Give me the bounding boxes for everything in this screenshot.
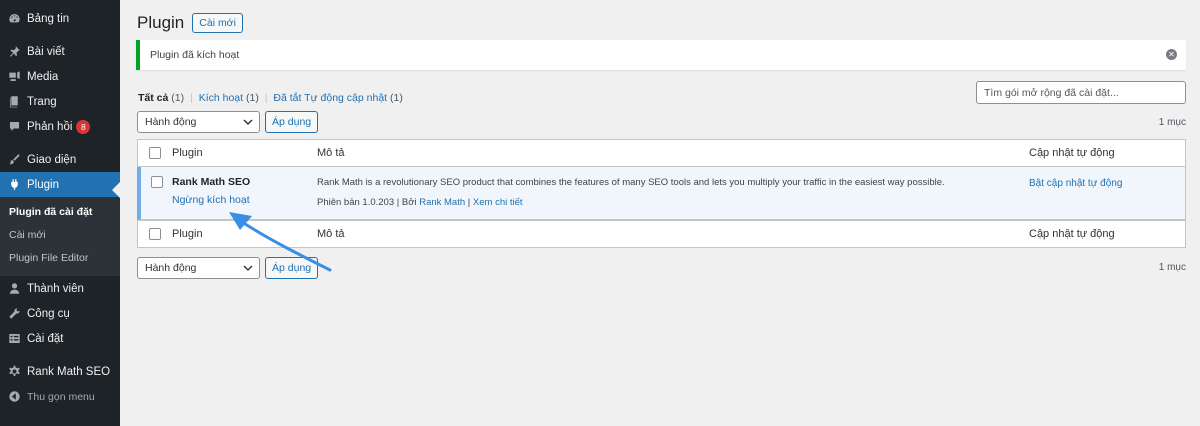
bulk-actions-bottom: Hành động Áp dụng: [137, 257, 319, 279]
items-count: 1 mục: [1158, 117, 1186, 128]
column-footer-plugin: Plugin: [172, 228, 203, 240]
table-header: Plugin Mô tả Cập nhật tự động: [138, 140, 1185, 167]
column-footer-auto-update: Cập nhật tự động: [1029, 228, 1115, 240]
column-header-auto-update: Cập nhật tự động: [1029, 147, 1115, 159]
sidebar-item-label: Thu gọn menu: [27, 390, 95, 403]
dismiss-notice-icon[interactable]: ✕: [1166, 49, 1177, 60]
column-header-description: Mô tả: [317, 147, 345, 159]
sidebar-item-label: Rank Math SEO: [27, 365, 111, 378]
sidebar-item-rank-math-seo[interactable]: Rank Math SEO: [0, 359, 120, 384]
bulk-action-select-bottom[interactable]: Hành động: [137, 257, 260, 279]
column-footer-description: Mô tả: [317, 228, 345, 240]
success-notice: Plugin đã kích hoạt ✕: [136, 40, 1186, 70]
plugin-name: Rank Math SEO: [172, 176, 251, 188]
table-row: Rank Math SEO Ngừng kích hoạt Rank Math …: [137, 167, 1185, 220]
enable-auto-update-link[interactable]: Bật cập nhật tự động: [1029, 178, 1122, 189]
filter-separator: |: [190, 92, 193, 104]
sidebar-item-comments[interactable]: Phản hồi 8: [0, 114, 120, 139]
filter-all[interactable]: Tất cả: [138, 92, 168, 104]
filter-separator: |: [264, 92, 268, 104]
column-header-plugin: Plugin: [172, 147, 203, 159]
sidebar-item-plugins[interactable]: Plugin: [0, 172, 120, 197]
apply-button[interactable]: Áp dụng: [265, 111, 319, 133]
sidebar-item-label: Phản hồi: [27, 120, 73, 133]
sidebar-collapse-menu[interactable]: Thu gọn menu: [0, 384, 120, 409]
filter-active-count: (1): [246, 92, 259, 104]
notice-text: Plugin đã kích hoạt: [150, 49, 240, 61]
sidebar-item-media[interactable]: Media: [0, 64, 120, 89]
sidebar-item-dashboard[interactable]: Bảng tin: [0, 6, 120, 31]
sidebar-item-users[interactable]: Thành viên: [0, 276, 120, 301]
sidebar-item-settings[interactable]: Cài đặt: [0, 326, 120, 351]
sidebar-item-label: Giao diện: [27, 153, 77, 166]
table-footer: Plugin Mô tả Cập nhật tự động: [138, 220, 1185, 247]
sidebar-item-label: Bảng tin: [27, 12, 70, 25]
plugin-checkbox[interactable]: [150, 176, 163, 188]
plugins-table: Plugin Mô tả Cập nhật tự động Rank Math …: [137, 139, 1186, 248]
collapse-icon: [7, 390, 21, 404]
sidebar-item-label: Media: [27, 70, 59, 83]
main-content: Plugin Cài mới Plugin đã kích hoạt ✕ Tất…: [120, 0, 1200, 426]
chevron-down-icon: [243, 265, 253, 271]
sidebar-item-label: Công cụ: [27, 307, 70, 320]
sidebar-item-label: Cài đặt: [27, 332, 64, 345]
items-count-bottom: 1 mục: [1158, 262, 1186, 273]
sidebar-item-pages[interactable]: Trang: [0, 89, 120, 114]
settings-icon: [7, 332, 21, 346]
plugin-icon: [7, 178, 21, 192]
plugin-description: Rank Math is a revolutionary SEO product…: [317, 177, 945, 188]
chevron-down-icon: [243, 119, 253, 125]
bulk-action-value: Hành động: [145, 262, 197, 274]
bulk-actions-top: Hành động Áp dụng: [137, 111, 319, 133]
select-all-checkbox-bottom[interactable]: [149, 228, 161, 240]
bulk-action-value: Hành động: [145, 116, 197, 128]
users-icon: [7, 282, 21, 296]
plugin-status-filters: Tất cả (1) | Kích hoạt (1) | Đã tắt Tự đ…: [138, 92, 403, 104]
filter-autoupdate-disabled-count: (1): [390, 92, 403, 104]
pages-icon: [7, 95, 21, 109]
comments-count-badge: 8: [76, 119, 91, 134]
pin-icon: [7, 45, 21, 59]
plugins-submenu: Plugin đã cài đặt Cài mới Plugin File Ed…: [0, 197, 120, 276]
author-link[interactable]: Rank Math: [419, 197, 465, 208]
gear-icon: [7, 365, 21, 379]
plugin-meta: Phiên bản 1.0.203 | Bởi Rank Math | Xem …: [317, 197, 1029, 208]
bulk-action-select[interactable]: Hành động: [137, 111, 260, 133]
search-plugins-input[interactable]: [976, 81, 1186, 104]
submenu-add-new[interactable]: Cài mới: [0, 224, 120, 247]
submenu-installed-plugins[interactable]: Plugin đã cài đặt: [0, 201, 120, 224]
dashboard-icon: [7, 12, 21, 26]
view-details-link[interactable]: Xem chi tiết: [473, 197, 523, 208]
sidebar-item-label: Bài viết: [27, 45, 65, 58]
filter-all-count: (1): [171, 92, 185, 104]
sidebar-item-appearance[interactable]: Giao diện: [0, 147, 120, 172]
active-menu-pointer: [112, 182, 120, 198]
page-title: Plugin: [137, 13, 185, 32]
select-all-checkbox[interactable]: [149, 147, 161, 159]
sidebar-item-posts[interactable]: Bài viết: [0, 39, 120, 64]
filter-autoupdate-disabled[interactable]: Đã tắt Tự động cập nhật: [273, 92, 387, 104]
sidebar-item-label: Trang: [27, 95, 57, 108]
comments-icon: [7, 120, 21, 134]
plugin-version: Phiên bản 1.0.203: [317, 197, 395, 208]
brush-icon: [7, 153, 21, 167]
sidebar-item-label: Thành viên: [27, 282, 84, 295]
sidebar-item-label: Plugin: [27, 178, 59, 191]
deactivate-link[interactable]: Ngừng kích hoạt: [172, 194, 250, 206]
filter-active[interactable]: Kích hoạt: [199, 92, 243, 104]
admin-sidebar: Bảng tin Bài viết Media Trang Phản hồi 8…: [0, 0, 120, 426]
wrench-icon: [7, 307, 21, 321]
submenu-plugin-file-editor[interactable]: Plugin File Editor: [0, 247, 120, 270]
sidebar-item-tools[interactable]: Công cụ: [0, 301, 120, 326]
add-new-plugin-button[interactable]: Cài mới: [192, 13, 243, 33]
media-icon: [7, 70, 21, 84]
apply-button-bottom[interactable]: Áp dụng: [265, 257, 319, 279]
by-label: Bởi: [401, 197, 417, 208]
